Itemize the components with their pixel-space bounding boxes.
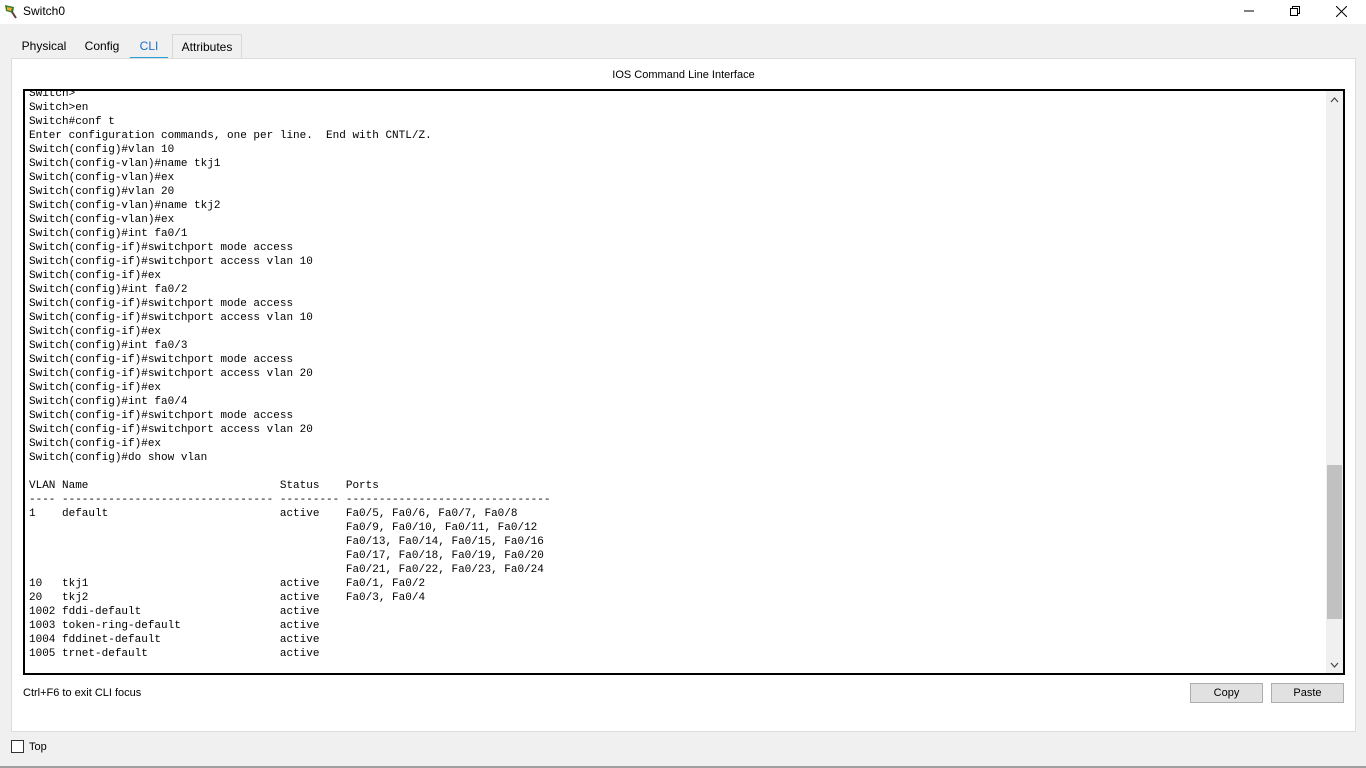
top-checkbox[interactable]	[11, 740, 24, 753]
cli-output[interactable]: Switch> Switch>en Switch#conf t Enter co…	[29, 91, 551, 661]
tab-attributes[interactable]: Attributes	[172, 34, 242, 59]
app-icon	[4, 4, 18, 19]
tab-physical[interactable]: Physical	[12, 34, 76, 58]
vertical-scrollbar[interactable]	[1326, 91, 1343, 673]
title-bar: Switch0	[0, 0, 1366, 24]
top-label: Top	[29, 740, 47, 753]
chevron-down-icon	[1330, 662, 1339, 668]
minimize-button[interactable]	[1226, 0, 1272, 22]
scroll-up-button[interactable]	[1326, 91, 1343, 108]
copy-button[interactable]: Copy	[1190, 683, 1263, 703]
paste-button[interactable]: Paste	[1271, 683, 1344, 703]
cli-terminal[interactable]: Switch> Switch>en Switch#conf t Enter co…	[23, 89, 1345, 675]
cli-heading: IOS Command Line Interface	[612, 69, 755, 81]
top-option: Top	[11, 740, 47, 753]
tab-cli-label: CLI	[139, 39, 159, 53]
cli-focus-hint: Ctrl+F6 to exit CLI focus	[23, 687, 142, 699]
tab-cli[interactable]: CLI	[130, 34, 168, 60]
restore-icon	[1290, 6, 1300, 16]
tab-config[interactable]: Config	[78, 34, 126, 58]
chevron-up-icon	[1330, 96, 1339, 102]
minimize-icon	[1244, 10, 1254, 12]
close-button[interactable]	[1318, 0, 1364, 22]
close-icon	[1335, 5, 1347, 17]
scroll-down-button[interactable]	[1326, 656, 1343, 673]
cli-panel: IOS Command Line Interface Switch> Switc…	[11, 58, 1356, 732]
window-title: Switch0	[23, 4, 66, 18]
scrollbar-thumb[interactable]	[1327, 465, 1342, 619]
restore-button[interactable]	[1272, 0, 1318, 22]
